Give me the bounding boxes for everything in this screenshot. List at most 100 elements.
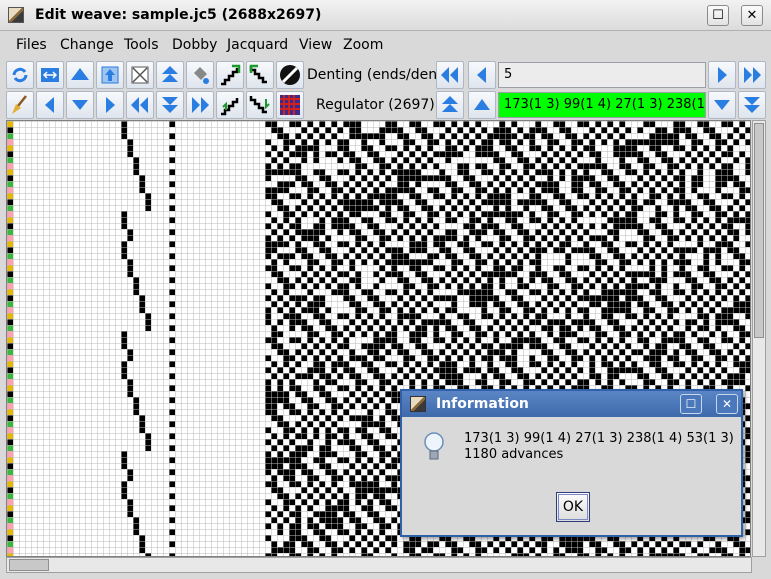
color-strip-cell: [7, 217, 13, 223]
color-strip-cell: [7, 535, 13, 541]
color-strip-cell: [7, 415, 13, 421]
color-strip-cell: [7, 361, 13, 367]
down-double-icon[interactable]: [156, 91, 184, 119]
menu-view[interactable]: View: [299, 37, 332, 53]
down-icon[interactable]: [66, 91, 94, 119]
menu-change[interactable]: Change: [60, 37, 114, 53]
color-strip-cell: [7, 427, 13, 433]
vertical-scroll-thumb[interactable]: [754, 123, 764, 338]
dialog-message-line1: 173(1 3) 99(1 4) 27(1 3) 238(1 4) 53(1 3…: [464, 431, 734, 446]
color-strip-cell: [7, 499, 13, 505]
denting-label: Denting (ends/dent): [307, 67, 449, 83]
diagonal-down-icon[interactable]: [246, 91, 274, 119]
color-strip-cell: [7, 307, 13, 313]
color-strip-cell: [7, 379, 13, 385]
color-strip-cell: [7, 241, 13, 247]
color-strip-cell: [7, 409, 13, 415]
color-strip-cell: [7, 493, 13, 499]
horizontal-scroll-thumb[interactable]: [9, 559, 49, 571]
regulator-input[interactable]: 173(1 3) 99(1 4) 27(1 3) 238(1 4) 53(1 3…: [498, 92, 706, 118]
up-double-icon[interactable]: [156, 61, 184, 89]
color-strip-cell: [7, 289, 13, 295]
color-strip-cell: [7, 193, 13, 199]
dialog-close-button[interactable]: ✕: [716, 394, 738, 414]
menu-tools[interactable]: Tools: [124, 37, 159, 53]
last-page-icon[interactable]: [738, 61, 766, 89]
menu-bar: Files Change Tools Dobby Jacquard View Z…: [6, 33, 769, 57]
information-dialog: Information ☐ ✕ 173(1 3) 99(1 4) 27(1 3)…: [400, 389, 743, 537]
up-small-icon[interactable]: [468, 91, 496, 119]
menu-zoom[interactable]: Zoom: [343, 37, 383, 53]
swap-horizontal-icon[interactable]: [36, 61, 64, 89]
color-strip-cell: [7, 313, 13, 319]
color-strip-cell: [7, 487, 13, 493]
diagonal-up-icon[interactable]: [216, 91, 244, 119]
down-small-icon[interactable]: [708, 91, 736, 119]
color-strip-cell: [7, 469, 13, 475]
app-icon: [8, 7, 24, 23]
color-strip-cell: [7, 265, 13, 271]
menu-files[interactable]: Files: [16, 37, 47, 53]
color-strip-cell: [7, 253, 13, 259]
first-page-icon[interactable]: [436, 61, 464, 89]
color-strip-cell: [7, 451, 13, 457]
color-strip-cell: [7, 367, 13, 373]
color-strip-cell: [7, 373, 13, 379]
dialog-message-line2: 1180 advances: [464, 447, 564, 462]
color-strip-cell: [7, 397, 13, 403]
color-strip-cell: [7, 541, 13, 547]
color-strip-cell: [7, 229, 13, 235]
vertical-scrollbar[interactable]: [752, 120, 766, 557]
color-strip-cell: [7, 355, 13, 361]
dialog-title: Information: [436, 396, 529, 412]
previous-icon[interactable]: [468, 61, 496, 89]
color-strip-cell: [7, 433, 13, 439]
color-strip-cell: [7, 127, 13, 133]
color-strip-cell: [7, 385, 13, 391]
up-large-icon[interactable]: [66, 61, 94, 89]
menu-jacquard[interactable]: Jacquard: [227, 37, 288, 53]
color-strip-cell: [7, 325, 13, 331]
color-strip-cell: [7, 175, 13, 181]
color-strip-cell: [7, 169, 13, 175]
refresh-icon[interactable]: [6, 61, 34, 89]
color-strip-cell: [7, 337, 13, 343]
color-strip-cell: [7, 301, 13, 307]
dialog-maximize-button[interactable]: ☐: [680, 394, 702, 414]
ok-button[interactable]: OK: [556, 492, 590, 522]
broom-icon[interactable]: [6, 91, 34, 119]
color-strip-cell: [7, 235, 13, 241]
lift-icon[interactable]: [96, 61, 124, 89]
stairs-down-icon[interactable]: [246, 61, 274, 89]
denting-input[interactable]: 5: [498, 62, 706, 88]
color-strip-cell: [7, 481, 13, 487]
color-strip-cell: [7, 319, 13, 325]
color-strip-cell: [7, 343, 13, 349]
maximize-button[interactable]: ☐: [707, 5, 729, 26]
paint-bucket-icon[interactable]: [186, 61, 214, 89]
up-double-small-icon[interactable]: [436, 91, 464, 119]
stairs-up-icon[interactable]: [216, 61, 244, 89]
color-strip-cell: [7, 457, 13, 463]
right-double-icon[interactable]: [186, 91, 214, 119]
color-strip-cell: [7, 205, 13, 211]
left-icon[interactable]: [36, 91, 64, 119]
color-strip-cell: [7, 163, 13, 169]
invert-icon[interactable]: [276, 61, 304, 89]
fabric-icon[interactable]: [276, 91, 304, 119]
color-strip-cell: [7, 331, 13, 337]
color-strip-cell: [7, 463, 13, 469]
menu-dobby[interactable]: Dobby: [172, 37, 217, 53]
next-icon[interactable]: [708, 61, 736, 89]
right-icon[interactable]: [96, 91, 124, 119]
color-strip-cell: [7, 529, 13, 535]
left-double-icon[interactable]: [126, 91, 154, 119]
toolbar-row-1: Denting (ends/dent) 5: [6, 60, 769, 90]
color-strip-cell: [7, 283, 13, 289]
color-strip-cell: [7, 439, 13, 445]
color-strip-cell: [7, 151, 13, 157]
close-button[interactable]: ✕: [741, 5, 763, 26]
down-double-small-icon[interactable]: [738, 91, 766, 119]
horizontal-scrollbar[interactable]: [6, 557, 752, 573]
clear-icon[interactable]: [126, 61, 154, 89]
